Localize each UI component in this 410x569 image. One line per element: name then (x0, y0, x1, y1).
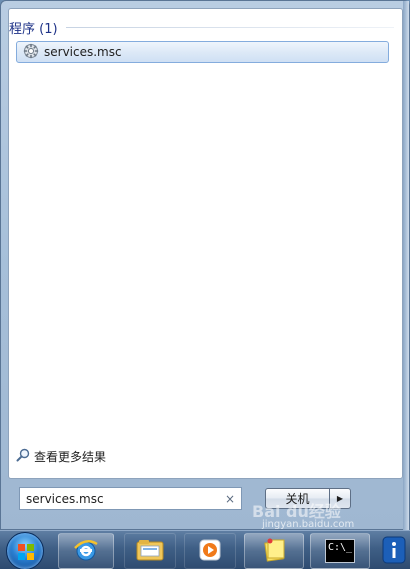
services-gear-icon (23, 43, 39, 62)
cmd-prompt-text: C:\_ (328, 542, 353, 553)
ie-icon (72, 536, 100, 567)
search-box: × (19, 487, 242, 510)
start-menu: 程序 (1) services.msc 查看更多结果 services.msc … (0, 0, 410, 531)
magnifier-icon (16, 448, 30, 465)
cmd-icon: C:\_ (325, 539, 355, 563)
result-item-services-msc[interactable]: services.msc (16, 41, 389, 63)
sticky-notes-icon (261, 536, 287, 567)
see-more-label: 查看更多结果 (34, 450, 107, 464)
section-title: 程序 (1) (9, 22, 58, 37)
taskbar-info[interactable] (378, 533, 410, 569)
start-button[interactable] (6, 532, 44, 569)
taskbar: C:\_ (0, 530, 410, 569)
search-input[interactable] (26, 491, 223, 506)
taskbar-windows-explorer[interactable] (124, 533, 176, 569)
shutdown-button[interactable]: 关机 (265, 488, 330, 509)
taskbar-media-player[interactable] (184, 533, 236, 569)
result-item-label: services.msc (44, 45, 122, 59)
media-player-icon (197, 537, 223, 566)
start-menu-right-strip (403, 1, 409, 531)
info-icon (381, 535, 407, 568)
clear-search-icon[interactable]: × (223, 492, 237, 506)
taskbar-internet-explorer[interactable] (58, 533, 114, 569)
taskbar-sticky-notes[interactable] (244, 533, 304, 569)
shutdown-options-arrow-icon[interactable]: ▶ (330, 488, 351, 509)
windows-logo-icon (7, 544, 45, 569)
section-divider (65, 27, 394, 28)
folder-icon (135, 536, 165, 567)
search-results-pane (8, 8, 403, 479)
see-more-results-link[interactable]: 查看更多结果 (16, 448, 106, 465)
taskbar-command-prompt[interactable]: C:\_ (310, 533, 370, 569)
results-section-header: 程序 (1) (9, 18, 394, 37)
shutdown-group: 关机 ▶ (265, 488, 351, 509)
